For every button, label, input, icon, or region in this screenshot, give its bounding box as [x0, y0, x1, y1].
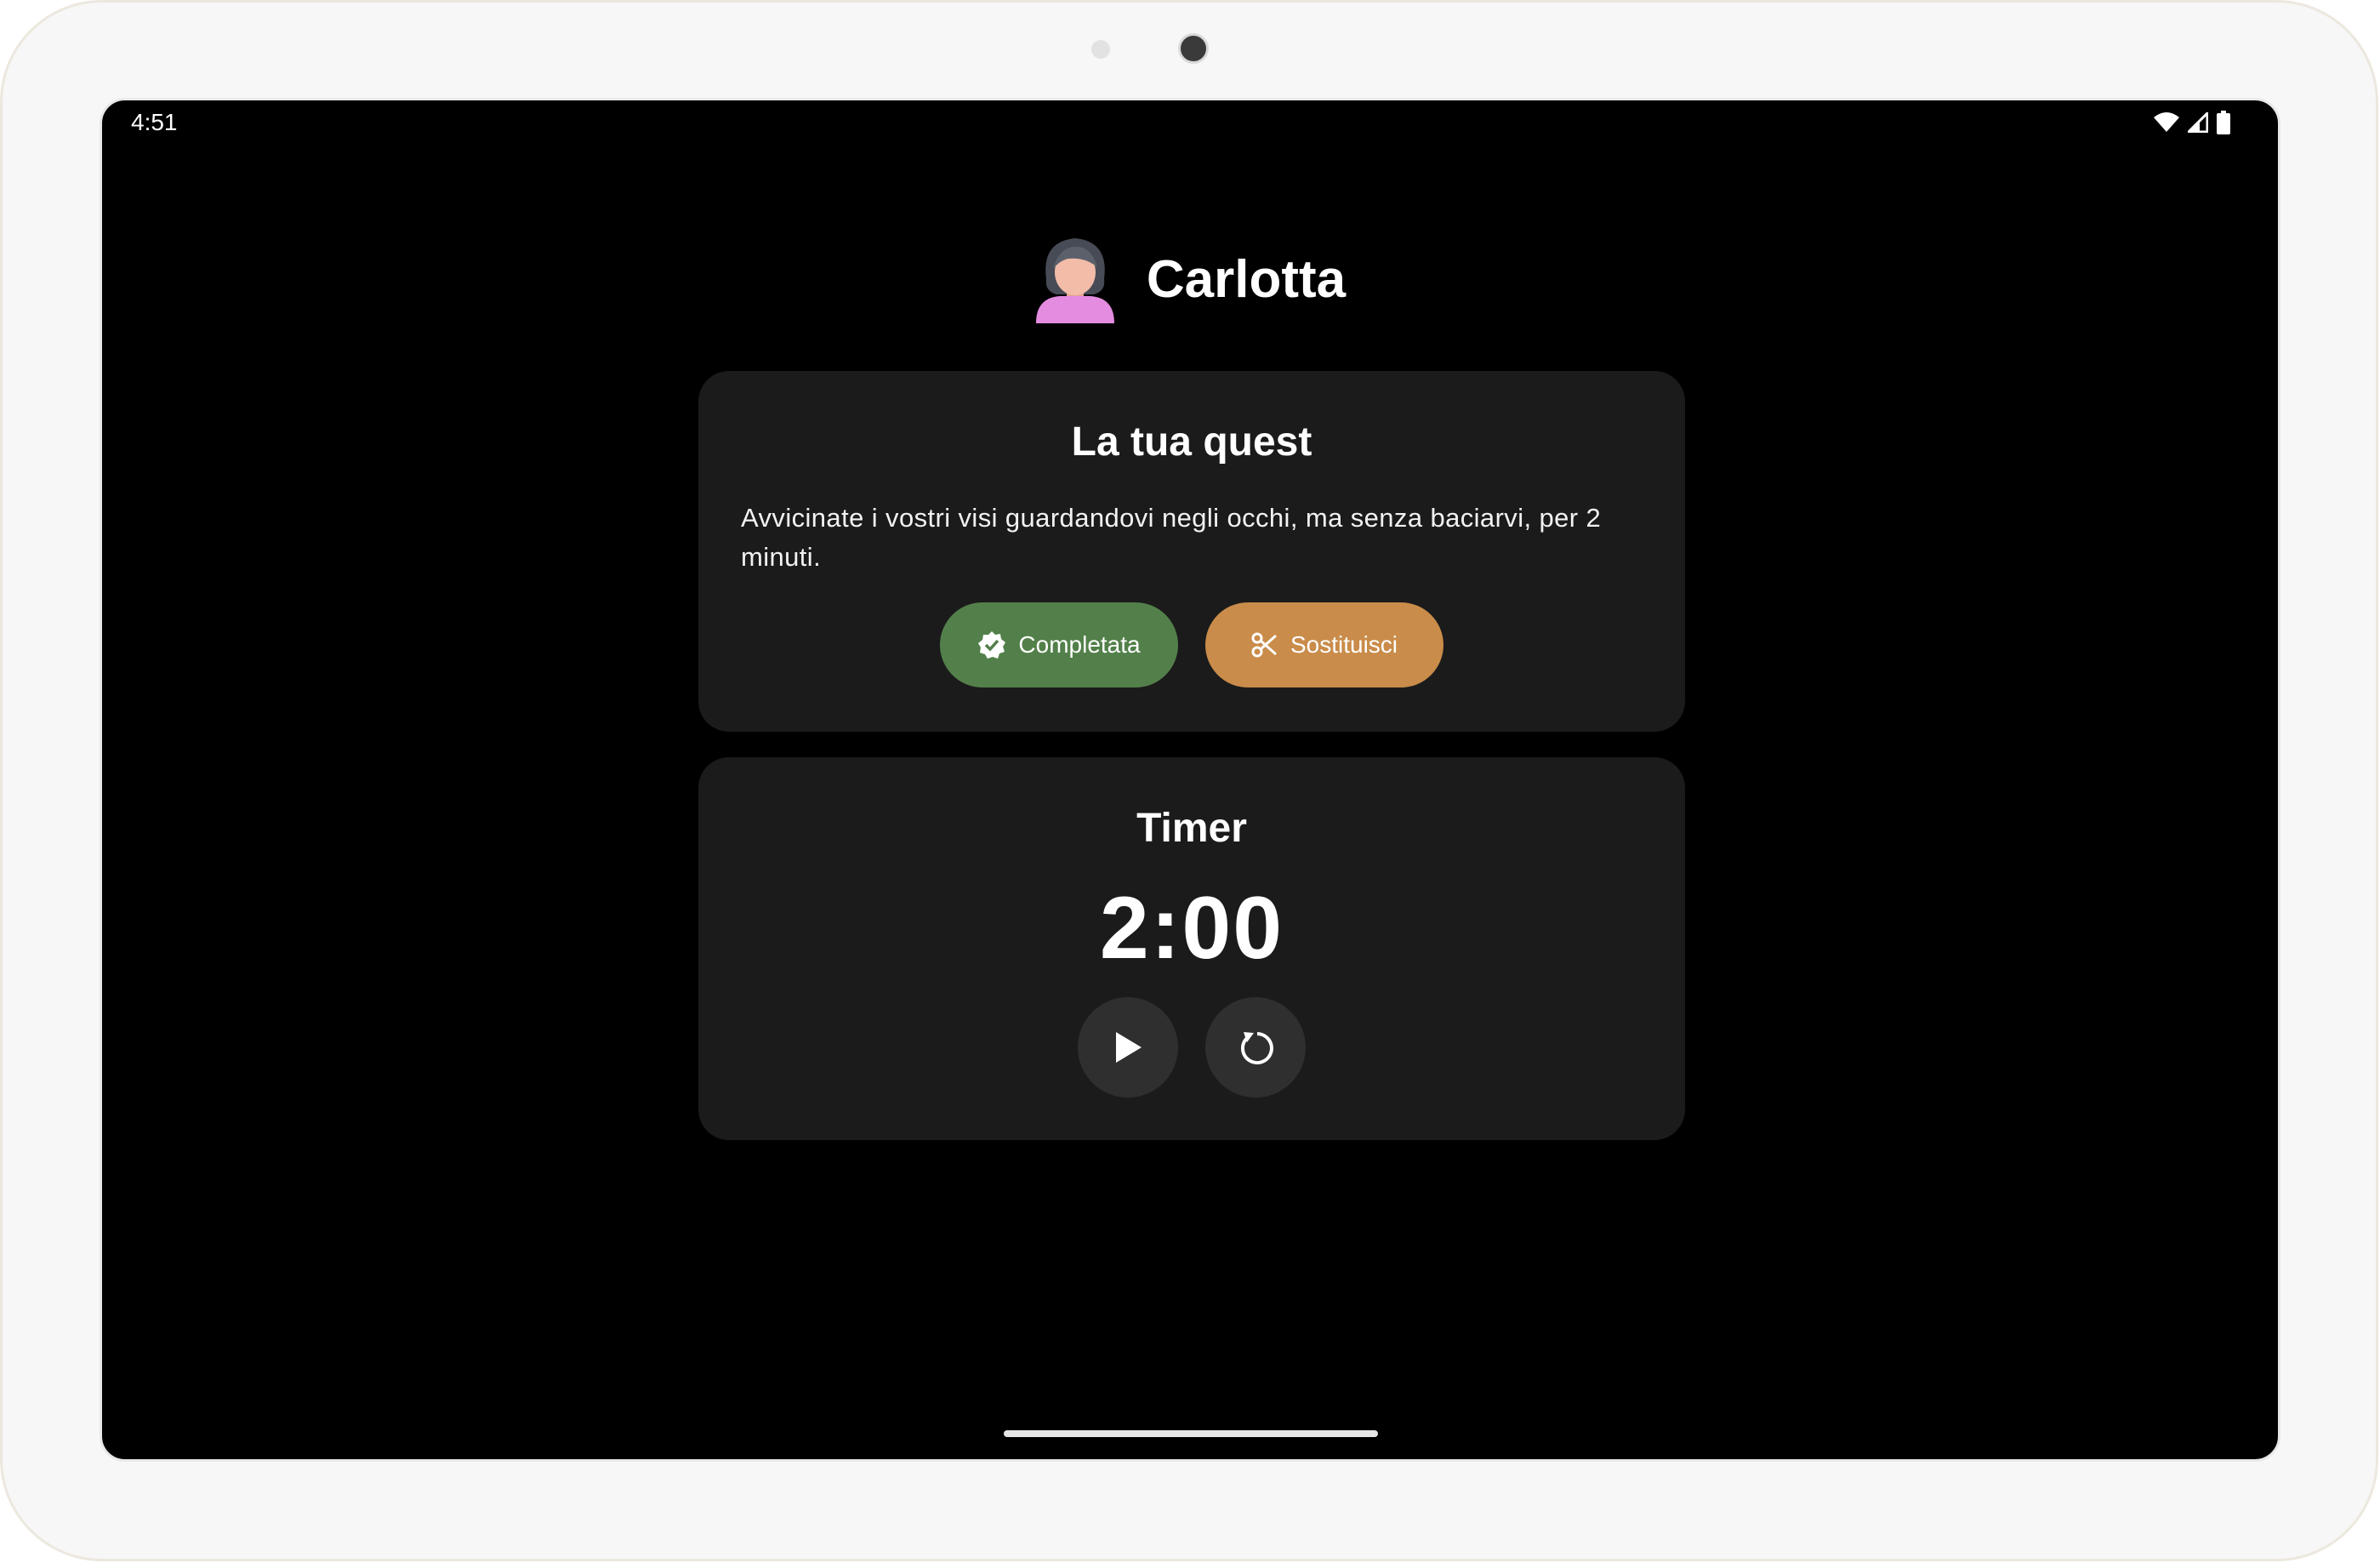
- timer-title: Timer: [1136, 806, 1247, 851]
- timer-controls: [698, 997, 1685, 1098]
- play-icon: [1116, 1032, 1142, 1063]
- timer-display: 2:00: [1099, 879, 1284, 978]
- app-screen: 4:51 Carlotta La tua quest Avvicinate i …: [100, 98, 2280, 1462]
- battery-icon: [2217, 111, 2230, 134]
- reset-icon: [1241, 1032, 1273, 1064]
- player-name: Carlotta: [1146, 249, 1347, 309]
- front-camera: [1178, 33, 1209, 64]
- home-indicator[interactable]: [1004, 1430, 1378, 1437]
- replace-label: Sostituisci: [1290, 631, 1398, 658]
- quest-description: Avvicinate i vostri visi guardandovi neg…: [741, 503, 1602, 572]
- replace-button[interactable]: Sostituisci: [1205, 602, 1443, 687]
- scissors-icon: [1251, 632, 1277, 658]
- woman-avatar-icon: [1035, 238, 1114, 323]
- complete-button[interactable]: Completata: [940, 602, 1178, 687]
- player-header: Carlotta: [102, 235, 2278, 323]
- complete-label: Completata: [1018, 631, 1141, 658]
- quest-actions: Completata Sostituisci: [698, 602, 1685, 687]
- verified-check-icon: [978, 631, 1006, 659]
- wifi-icon: [2154, 112, 2179, 132]
- signal-icon: [2188, 112, 2208, 133]
- timer-card: Timer 2:00: [698, 757, 1685, 1140]
- proximity-sensor: [1091, 40, 1110, 59]
- play-button[interactable]: [1078, 997, 1178, 1098]
- status-time: 4:51: [131, 109, 178, 135]
- quest-title: La tua quest: [1071, 419, 1312, 465]
- quest-card: La tua quest Avvicinate i vostri visi gu…: [698, 371, 1685, 732]
- status-icons: [2154, 111, 2230, 134]
- reset-button[interactable]: [1205, 997, 1306, 1098]
